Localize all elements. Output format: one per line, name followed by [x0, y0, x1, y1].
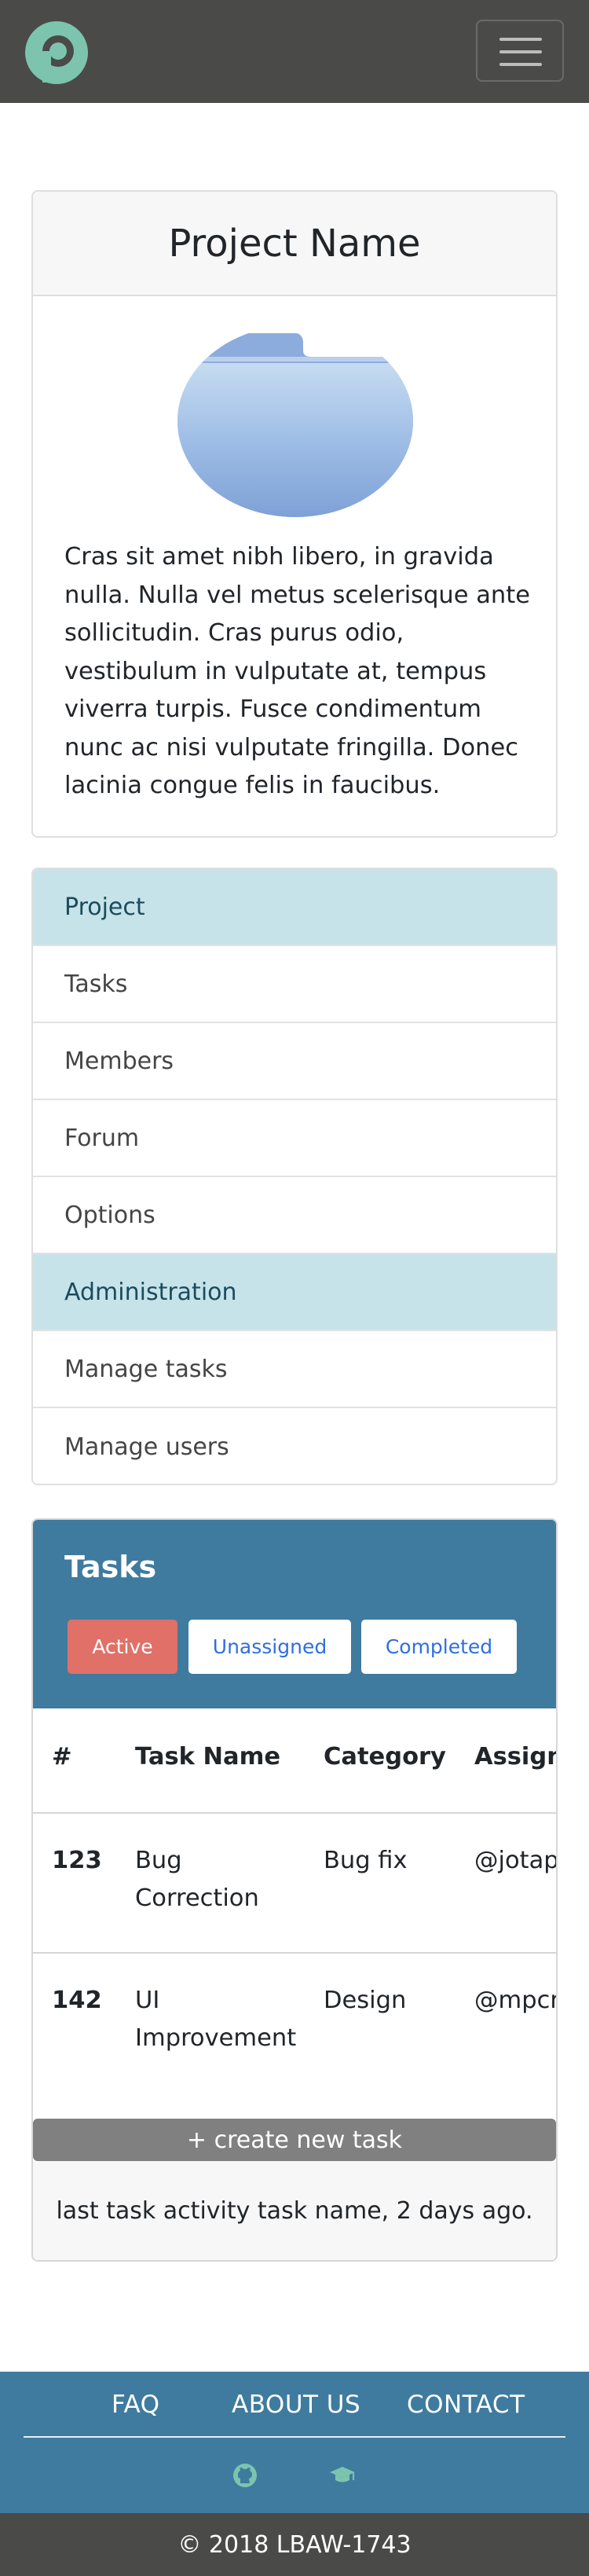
task-id: 123: [52, 1847, 102, 1874]
task-assignee[interactable]: @jotapsa: [474, 1842, 556, 1880]
folder-icon: [177, 325, 413, 517]
task-category: Bug fix: [324, 1847, 408, 1874]
footer-link-contact[interactable]: CONTACT: [407, 2391, 525, 2419]
footer-link-faq[interactable]: FAQ: [112, 2391, 160, 2419]
column-header-task-name: Task Name: [135, 1743, 281, 1771]
navbar: [0, 0, 589, 103]
project-title: Project Name: [168, 221, 421, 266]
table-header-row: # Task Name Category Assigned: [33, 1708, 556, 1814]
task-category: Design: [324, 1987, 407, 2014]
project-card: Project Name Cras sit amet nibh libero, …: [31, 190, 558, 838]
task-id: 142: [52, 1987, 102, 2014]
menu-item-forum[interactable]: Forum: [33, 1100, 556, 1177]
column-header-assigned: Assigned: [474, 1743, 556, 1771]
table-row[interactable]: 142 UI Improvement Design @mpcraig: [33, 1954, 556, 2093]
menu-item-manage-users[interactable]: Manage users: [33, 1408, 556, 1484]
column-header-category: Category: [324, 1743, 446, 1771]
github-icon[interactable]: [231, 2461, 259, 2490]
tasks-table: # Task Name Category Assigned 123 Bug Co…: [33, 1708, 556, 2121]
menu-header-administration: Administration: [33, 1254, 556, 1331]
footer-divider: [24, 2436, 565, 2438]
tasks-header: Tasks Active Unassigned Completed: [33, 1520, 556, 1708]
tasks-card: Tasks Active Unassigned Completed # Task…: [31, 1518, 558, 2262]
logo-icon[interactable]: [24, 20, 90, 86]
project-description: Cras sit amet nibh libero, in gravida nu…: [64, 543, 530, 799]
filter-completed-button[interactable]: Completed: [361, 1620, 517, 1674]
menu-item-tasks[interactable]: Tasks: [33, 946, 556, 1023]
project-menu: Project Tasks Members Forum Options Admi…: [31, 868, 558, 1485]
tasks-title: Tasks: [64, 1550, 157, 1584]
task-name[interactable]: Bug Correction: [135, 1842, 308, 1917]
menu-toggle-button[interactable]: [476, 20, 564, 82]
menu-header-project: Project: [33, 869, 556, 946]
last-activity-text: last task activity task name, 2 days ago…: [33, 2161, 556, 2260]
copyright-text: © 2018 LBAW-1743: [0, 2513, 589, 2576]
graduation-cap-icon[interactable]: [328, 2461, 357, 2490]
menu-item-manage-tasks[interactable]: Manage tasks: [33, 1331, 556, 1408]
filter-active-button[interactable]: Active: [68, 1620, 177, 1674]
footer-link-about[interactable]: ABOUT US: [232, 2391, 360, 2419]
menu-item-members[interactable]: Members: [33, 1023, 556, 1100]
create-task-button[interactable]: + create new task: [33, 2119, 556, 2161]
task-name[interactable]: UI Improvement: [135, 1982, 308, 2057]
table-row[interactable]: 123 Bug Correction Bug fix @jotapsa: [33, 1814, 556, 1954]
filter-unassigned-button[interactable]: Unassigned: [188, 1620, 351, 1674]
project-header: Project Name: [33, 192, 556, 296]
menu-item-options[interactable]: Options: [33, 1177, 556, 1254]
task-assignee[interactable]: @mpcraig: [474, 1982, 556, 2020]
footer: FAQ ABOUT US CONTACT: [0, 2372, 589, 2513]
column-header-id: #: [52, 1743, 72, 1771]
